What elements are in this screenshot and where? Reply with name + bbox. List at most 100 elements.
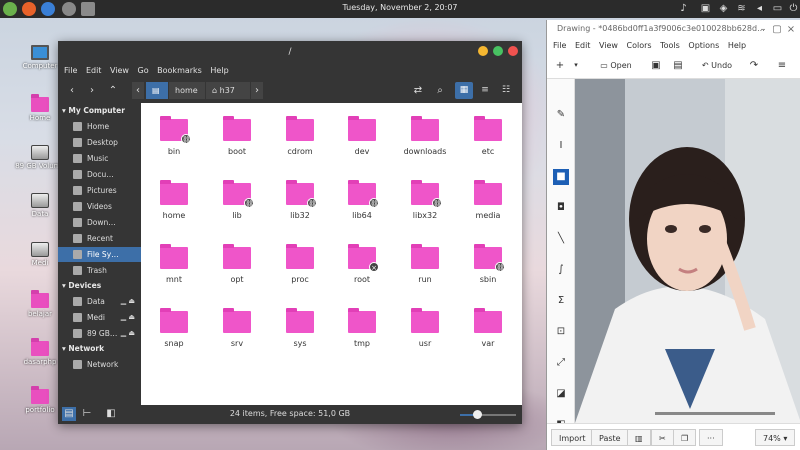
paste-button[interactable]: Paste: [591, 429, 629, 446]
folder-boot[interactable]: boot: [210, 116, 264, 156]
folder-libx32[interactable]: ⛓ libx32: [398, 180, 452, 220]
menu-tools[interactable]: Tools: [660, 38, 680, 53]
crumb-home[interactable]: home: [169, 82, 205, 99]
sidebar-item-network[interactable]: Network: [58, 357, 141, 372]
drive-crumb[interactable]: ▤: [146, 82, 168, 99]
sidebar-item-music[interactable]: Music: [58, 151, 141, 166]
delete-icon[interactable]: ▥: [627, 429, 651, 446]
menu-edit[interactable]: Edit: [86, 63, 102, 78]
rectangle-tool-icon[interactable]: ■: [553, 169, 569, 185]
volume-icon[interactable]: ◂: [754, 3, 765, 14]
text-tool-icon[interactable]: I: [553, 138, 569, 154]
bell-icon[interactable]: ♪: [678, 3, 689, 14]
crop-tool-icon[interactable]: ⊡: [553, 324, 569, 340]
sidebar-item-documents[interactable]: Docu…: [58, 167, 141, 182]
pencil-tool-icon[interactable]: ✎: [553, 107, 569, 123]
folder-srv[interactable]: srv: [210, 308, 264, 348]
folder-lib64[interactable]: ⛓ lib64: [335, 180, 389, 220]
sidebar-item-medi[interactable]: Medi ▁ ⏏: [58, 310, 141, 325]
folder-run[interactable]: run: [398, 244, 452, 284]
drawing-canvas[interactable]: [575, 79, 800, 423]
sidebar-item-data[interactable]: Data ▁ ⏏: [58, 294, 141, 309]
folder-usr[interactable]: usr: [398, 308, 452, 348]
folder-home[interactable]: home: [147, 180, 201, 220]
folder-root[interactable]: × root: [335, 244, 389, 284]
sidebar-item-pictures[interactable]: Pictures: [58, 183, 141, 198]
folder-downloads[interactable]: downloads: [398, 116, 452, 156]
menu-go[interactable]: Go: [138, 63, 149, 78]
folder-tmp[interactable]: tmp: [335, 308, 389, 348]
minimize-button[interactable]: –: [757, 21, 769, 38]
crumb-h37[interactable]: ⌂ h37: [206, 82, 250, 99]
power-icon[interactable]: ⏻: [788, 3, 799, 14]
zoom-dropdown[interactable]: 74% ▾: [755, 429, 796, 446]
folder-dev[interactable]: dev: [335, 116, 389, 156]
folder-sys[interactable]: sys: [273, 308, 327, 348]
close-button[interactable]: ×: [785, 21, 797, 38]
folder-mnt[interactable]: mnt: [147, 244, 201, 284]
menu-edit[interactable]: Edit: [575, 38, 591, 53]
folder-lib[interactable]: ⛓ lib: [210, 180, 264, 220]
clipboard-icon[interactable]: ▤: [671, 57, 685, 74]
sidebar-item-volume[interactable]: 89 GB… ▁ ⏏: [58, 326, 141, 341]
menu-view[interactable]: View: [599, 38, 618, 53]
up-button[interactable]: ⌃: [105, 82, 121, 99]
import-button[interactable]: Import: [551, 429, 594, 446]
curve-tool-icon[interactable]: ∫: [553, 262, 569, 278]
sidebar-item-videos[interactable]: Videos: [58, 199, 141, 214]
menu-options[interactable]: Options: [688, 38, 719, 53]
save-icon[interactable]: ▣: [649, 57, 663, 74]
copy-icon[interactable]: ❐: [673, 429, 697, 446]
menu-file[interactable]: File: [553, 38, 566, 53]
filter-tool-icon[interactable]: ◪: [553, 386, 569, 402]
line-tool-icon[interactable]: ╲: [553, 231, 569, 247]
new-icon[interactable]: +: [553, 57, 567, 74]
scale-tool-icon[interactable]: ⤢: [553, 355, 569, 371]
camera-icon[interactable]: ▣: [700, 3, 711, 14]
sidebar-item-trash[interactable]: Trash: [58, 263, 141, 278]
sidebar-item-filesystem[interactable]: File Sy…: [58, 247, 141, 262]
icon-view-button[interactable]: ▦: [455, 82, 473, 99]
hamburger-menu-icon[interactable]: ≡: [775, 57, 789, 74]
minimize-button[interactable]: [478, 46, 488, 56]
sidebar-item-desktop[interactable]: Desktop: [58, 135, 141, 150]
folder-cdrom[interactable]: cdrom: [273, 116, 327, 156]
free-shape-tool-icon[interactable]: Σ: [553, 293, 569, 309]
new-dropdown-icon[interactable]: ▾: [571, 57, 581, 74]
back-button[interactable]: ‹: [64, 82, 80, 99]
sidebar-item-home[interactable]: Home: [58, 119, 141, 134]
folder-proc[interactable]: proc: [273, 244, 327, 284]
folder-lib32[interactable]: ⛓ lib32: [273, 180, 327, 220]
zoom-slider-knob[interactable]: [472, 410, 482, 419]
menu-help[interactable]: Help: [210, 63, 228, 78]
wifi-icon[interactable]: ≋: [736, 3, 747, 14]
menu-help[interactable]: Help: [728, 38, 746, 53]
sidebar-item-recent[interactable]: Recent: [58, 231, 141, 246]
folder-media[interactable]: media: [461, 180, 515, 220]
open-button[interactable]: ▭ Open: [595, 57, 637, 74]
path-right-button[interactable]: ›: [251, 82, 263, 99]
fill-tool-icon[interactable]: ◘: [553, 200, 569, 216]
battery-icon[interactable]: ▭: [772, 3, 783, 14]
shield-icon[interactable]: ◈: [718, 3, 729, 14]
forward-button[interactable]: ›: [84, 82, 100, 99]
maximize-button[interactable]: ▢: [771, 21, 783, 38]
redo-icon[interactable]: ↷: [747, 57, 761, 74]
undo-button[interactable]: ↶ Undo: [697, 57, 737, 74]
toggle-location-icon[interactable]: ⇄: [410, 82, 426, 99]
menu-file[interactable]: File: [64, 63, 77, 78]
sidebar-item-downloads[interactable]: Down…: [58, 215, 141, 230]
compact-view-button[interactable]: ☷: [497, 82, 515, 99]
folder-opt[interactable]: opt: [210, 244, 264, 284]
search-icon[interactable]: ⌕: [432, 82, 448, 99]
menu-bookmarks[interactable]: Bookmarks: [157, 63, 202, 78]
list-view-button[interactable]: ≡: [476, 82, 494, 99]
folder-var[interactable]: var: [461, 308, 515, 348]
maximize-button[interactable]: [493, 46, 503, 56]
menu-view[interactable]: View: [110, 63, 129, 78]
menu-colors[interactable]: Colors: [627, 38, 652, 53]
eject-icon[interactable]: ▁ ⏏: [121, 310, 135, 325]
eject-icon[interactable]: ▁ ⏏: [121, 294, 135, 309]
cut-icon[interactable]: ✂: [651, 429, 674, 446]
close-button[interactable]: [508, 46, 518, 56]
